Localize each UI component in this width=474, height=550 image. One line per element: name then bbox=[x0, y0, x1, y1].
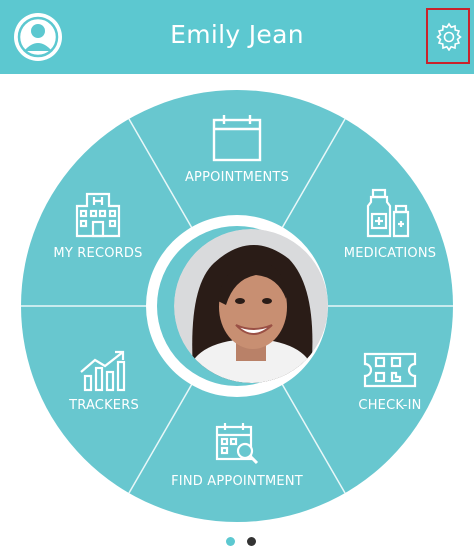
growth-chart-icon bbox=[80, 350, 126, 392]
appointments-button[interactable]: APPOINTMENTS bbox=[167, 112, 307, 185]
trackers-button[interactable]: TRACKERS bbox=[39, 348, 169, 413]
medications-button[interactable]: MEDICATIONS bbox=[327, 188, 453, 261]
user-name-title: Emily Jean bbox=[170, 20, 304, 49]
check-in-button[interactable]: CHECK-IN bbox=[327, 348, 453, 413]
page-dot-1[interactable] bbox=[226, 537, 235, 546]
menu-wheel: APPOINTMENTS MEDICATIONS CHECK-IN FIND A… bbox=[21, 90, 453, 522]
profile-photo bbox=[174, 229, 328, 383]
find-appointment-button[interactable]: FIND APPOINTMENT bbox=[147, 420, 327, 489]
my-records-label: MY RECORDS bbox=[53, 246, 143, 261]
trackers-label: TRACKERS bbox=[69, 398, 139, 413]
medications-label: MEDICATIONS bbox=[343, 246, 437, 261]
gear-icon bbox=[436, 22, 462, 51]
calendar-icon bbox=[212, 115, 262, 162]
settings-button[interactable] bbox=[426, 8, 470, 64]
calendar-search-icon bbox=[215, 423, 259, 465]
check-in-label: CHECK-IN bbox=[358, 398, 422, 413]
page-indicator bbox=[226, 537, 256, 546]
medication-bottles-icon bbox=[366, 188, 410, 238]
qr-ticket-icon bbox=[363, 352, 417, 388]
app-header: Emily Jean bbox=[0, 0, 474, 74]
hospital-icon bbox=[75, 192, 121, 238]
my-records-button[interactable]: MY RECORDS bbox=[33, 188, 163, 261]
find-appointment-label: FIND APPOINTMENT bbox=[171, 474, 303, 489]
appointments-label: APPOINTMENTS bbox=[184, 170, 290, 185]
page-dot-2[interactable] bbox=[247, 537, 256, 546]
